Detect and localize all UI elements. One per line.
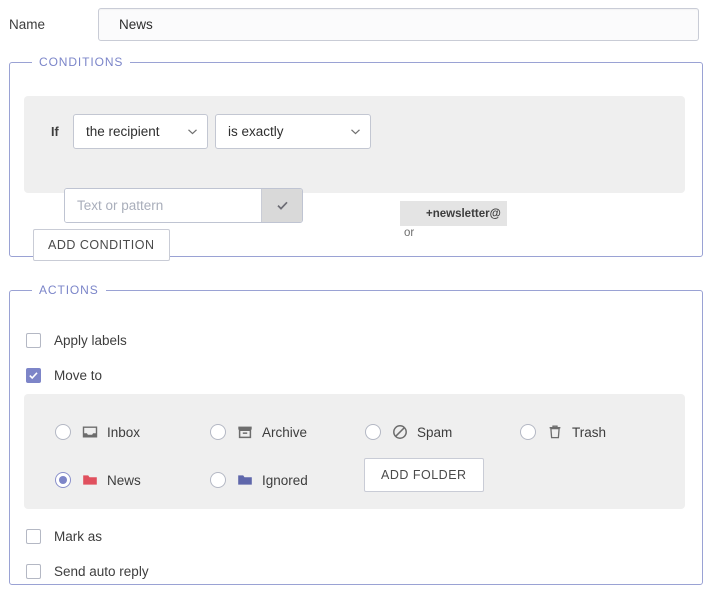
actions-legend: ACTIONS (39, 283, 99, 297)
radio-button (520, 424, 536, 440)
radio-button (210, 472, 226, 488)
folder-option-news[interactable]: News (55, 472, 141, 488)
condition-pattern-input[interactable] (65, 189, 261, 222)
folder-label: Trash (572, 424, 607, 440)
condition-value-tag[interactable]: +newsletter@ (400, 201, 507, 226)
name-row: Name (0, 0, 714, 48)
folder-icon (237, 472, 253, 488)
confirm-pattern-button[interactable] (261, 189, 302, 222)
if-label: If (51, 124, 59, 139)
radio-button (55, 472, 71, 488)
checkbox-label: Mark as (54, 529, 103, 544)
conditions-legend: CONDITIONS (39, 55, 124, 69)
or-separator: or (404, 227, 415, 239)
folder-option-trash[interactable]: Trash (520, 424, 606, 440)
chevron-down-icon (349, 125, 362, 138)
archive-box-icon (237, 424, 253, 440)
folder-option-spam[interactable]: Spam (365, 424, 452, 440)
checkbox-label: Move to (54, 368, 103, 383)
folder-label: Inbox (107, 424, 141, 440)
radio-button (365, 424, 381, 440)
checkbox-mark-as[interactable]: Mark as (26, 529, 102, 544)
actions-panel: ACTIONS Apply labels Move to Inbox Archi… (9, 283, 703, 585)
checkbox-send-auto-reply[interactable]: Send auto reply (26, 564, 149, 579)
checkbox-label: Apply labels (54, 333, 127, 348)
inbox-icon (82, 424, 98, 440)
folder-option-archive[interactable]: Archive (210, 424, 307, 440)
folder-label: News (107, 472, 141, 488)
trash-can-icon (547, 424, 563, 440)
folder-label: Spam (417, 424, 453, 440)
conditions-panel: CONDITIONS If the recipient is exactly +… (9, 55, 703, 261)
checkbox-move-to[interactable]: Move to (26, 368, 102, 383)
checkbox-box (26, 564, 41, 579)
checkbox-label: Send auto reply (54, 564, 149, 579)
add-condition-button[interactable]: ADD CONDITION (33, 229, 170, 261)
folder-label: Archive (262, 424, 308, 440)
condition-pattern-row (64, 188, 303, 223)
folder-options-group: Inbox Archive Spam Trash News Ignored AD… (24, 394, 685, 509)
add-folder-button[interactable]: ADD FOLDER (364, 458, 484, 492)
checkbox-apply-labels[interactable]: Apply labels (26, 333, 127, 348)
condition-field-value: the recipient (86, 124, 160, 139)
radio-button (55, 424, 71, 440)
radio-button (210, 424, 226, 440)
radio-dot (59, 476, 67, 484)
condition-group: If the recipient is exactly +newsletter@… (24, 96, 685, 239)
checkbox-box (26, 368, 41, 383)
checkbox-box (26, 333, 41, 348)
folder-icon (82, 472, 98, 488)
folder-option-ignored[interactable]: Ignored (210, 472, 308, 488)
folder-option-inbox[interactable]: Inbox (55, 424, 140, 440)
condition-row: If the recipient is exactly (51, 114, 371, 149)
condition-field-select[interactable]: the recipient (73, 114, 208, 149)
no-entry-icon (392, 424, 408, 440)
name-input[interactable] (98, 7, 699, 41)
chevron-down-icon (186, 125, 199, 138)
name-label: Name (9, 16, 46, 32)
condition-operator-value: is exactly (228, 124, 284, 139)
checkbox-box (26, 529, 41, 544)
check-icon (275, 198, 290, 213)
condition-operator-select[interactable]: is exactly (215, 114, 371, 149)
folder-label: Ignored (262, 472, 308, 488)
